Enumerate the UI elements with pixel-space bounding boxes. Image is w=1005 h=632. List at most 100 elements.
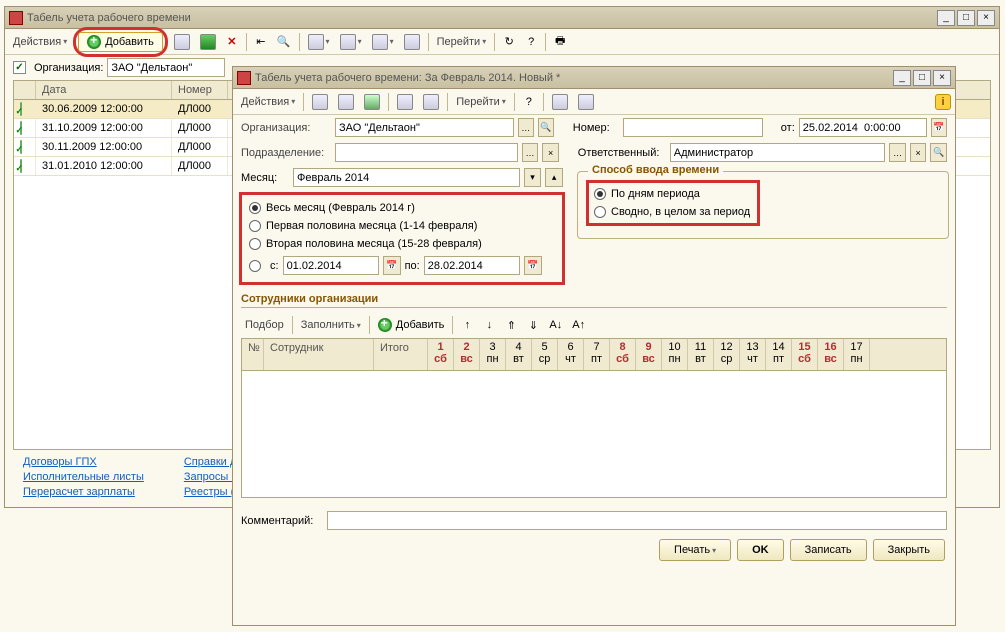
help-button[interactable]: ? bbox=[521, 32, 541, 52]
range-to-input[interactable] bbox=[424, 256, 520, 275]
month-input[interactable] bbox=[293, 168, 520, 187]
radio-whole-month[interactable] bbox=[249, 202, 261, 214]
nav-down-button[interactable]: ⇓ bbox=[523, 315, 543, 335]
day-header[interactable]: 4вт bbox=[506, 339, 532, 370]
close-button[interactable]: Закрыть bbox=[873, 539, 945, 561]
day-header[interactable]: 16вс bbox=[818, 339, 844, 370]
goto-menu[interactable]: Перейти bbox=[452, 92, 510, 112]
fill-menu[interactable]: Заполнить bbox=[297, 315, 365, 335]
radio-summary[interactable] bbox=[594, 206, 606, 218]
dept-select-button[interactable]: … bbox=[522, 143, 539, 162]
col-total[interactable]: Итого bbox=[374, 339, 428, 370]
org-search-button[interactable]: 🔍 bbox=[538, 118, 554, 137]
columns-icon-button[interactable] bbox=[574, 92, 598, 112]
move-up-button[interactable]: ↑ bbox=[457, 315, 477, 335]
delete-button[interactable]: ✕ bbox=[222, 32, 242, 52]
day-header[interactable]: 8сб bbox=[610, 339, 636, 370]
col-number[interactable]: Номер bbox=[172, 81, 228, 99]
actions-menu[interactable]: Действия bbox=[9, 32, 71, 52]
close-button[interactable]: × bbox=[933, 70, 951, 86]
pick-button[interactable]: Подбор bbox=[241, 315, 288, 335]
responsible-clear-button[interactable]: × bbox=[910, 143, 927, 162]
responsible-input[interactable] bbox=[670, 143, 886, 162]
print-button[interactable]: 🖶 bbox=[550, 32, 570, 52]
ok-button[interactable]: OK bbox=[737, 539, 784, 561]
day-header[interactable]: 6чт bbox=[558, 339, 584, 370]
edit-button[interactable] bbox=[196, 32, 220, 52]
col-n[interactable]: № bbox=[242, 339, 264, 370]
maximize-button[interactable]: □ bbox=[913, 70, 931, 86]
link-exec[interactable]: Исполнительные листы bbox=[23, 471, 144, 483]
org-select-button[interactable]: … bbox=[518, 118, 534, 137]
sort-asc-button[interactable]: A↓ bbox=[545, 315, 566, 335]
actions-menu[interactable]: Действия bbox=[237, 92, 299, 112]
range-from-input[interactable] bbox=[283, 256, 379, 275]
clear-filter-button[interactable] bbox=[400, 32, 424, 52]
print-button[interactable]: Печать bbox=[659, 539, 731, 561]
day-header[interactable]: 2вс bbox=[454, 339, 480, 370]
move-down-button[interactable]: ↓ bbox=[479, 315, 499, 335]
grid-icon-button[interactable] bbox=[548, 92, 572, 112]
copy-button[interactable] bbox=[170, 32, 194, 52]
responsible-search-button[interactable]: 🔍 bbox=[930, 143, 947, 162]
day-header[interactable]: 9вс bbox=[636, 339, 662, 370]
month-spin-up[interactable]: ▴ bbox=[545, 168, 563, 187]
day-header[interactable]: 14пт bbox=[766, 339, 792, 370]
radio-second-half[interactable] bbox=[249, 238, 261, 250]
radio-custom-range[interactable] bbox=[249, 260, 261, 272]
filter2-button[interactable] bbox=[336, 32, 366, 52]
day-header[interactable]: 5ср bbox=[532, 339, 558, 370]
day-header[interactable]: 10пн bbox=[662, 339, 688, 370]
refresh-button[interactable]: ↻ bbox=[499, 32, 519, 52]
month-dropdown-button[interactable]: ▾ bbox=[524, 168, 542, 187]
number-input[interactable] bbox=[623, 118, 763, 137]
day-header[interactable]: 7пт bbox=[584, 339, 610, 370]
add-employee-button[interactable]: Добавить bbox=[374, 315, 449, 335]
dept-clear-button[interactable]: × bbox=[542, 143, 559, 162]
refresh-icon-button[interactable] bbox=[360, 92, 384, 112]
maximize-button[interactable]: □ bbox=[957, 10, 975, 26]
filter1-button[interactable] bbox=[304, 32, 334, 52]
radio-first-half[interactable] bbox=[249, 220, 261, 232]
org-input[interactable] bbox=[335, 118, 514, 137]
structure-button[interactable] bbox=[393, 92, 417, 112]
go-button[interactable] bbox=[419, 92, 443, 112]
link-recalc[interactable]: Перерасчет зарплаты bbox=[23, 486, 144, 498]
org-input[interactable] bbox=[107, 58, 225, 77]
range-to-calendar[interactable]: 📅 bbox=[524, 256, 542, 275]
range-from-calendar[interactable]: 📅 bbox=[383, 256, 401, 275]
day-header[interactable]: 17пн bbox=[844, 339, 870, 370]
radio-by-days[interactable] bbox=[594, 188, 606, 200]
add-button[interactable]: Добавить bbox=[78, 32, 163, 52]
from-calendar-button[interactable]: 📅 bbox=[931, 118, 947, 137]
minimize-button[interactable]: _ bbox=[937, 10, 955, 26]
day-header[interactable]: 3пн bbox=[480, 339, 506, 370]
from-input[interactable] bbox=[799, 118, 927, 137]
minimize-button[interactable]: _ bbox=[893, 70, 911, 86]
day-header[interactable]: 15сб bbox=[792, 339, 818, 370]
col-date[interactable]: Дата bbox=[36, 81, 172, 99]
dept-input[interactable] bbox=[335, 143, 518, 162]
nav-up-button[interactable]: ⇑ bbox=[501, 315, 521, 335]
day-header[interactable]: 13чт bbox=[740, 339, 766, 370]
list-icon-button[interactable] bbox=[334, 92, 358, 112]
employees-grid[interactable]: № Сотрудник Итого 1сб2вс3пн4вт5ср6чт7пт8… bbox=[241, 338, 947, 498]
close-button[interactable]: × bbox=[977, 10, 995, 26]
help-button[interactable]: ? bbox=[519, 92, 539, 112]
col-employee[interactable]: Сотрудник bbox=[264, 339, 374, 370]
sort-desc-button[interactable]: A↑ bbox=[568, 315, 589, 335]
save-icon-button[interactable] bbox=[308, 92, 332, 112]
link-contracts[interactable]: Договоры ГПХ bbox=[23, 456, 144, 468]
save-button[interactable]: Записать bbox=[790, 539, 867, 561]
responsible-select-button[interactable]: … bbox=[889, 143, 906, 162]
goto-menu[interactable]: Перейти bbox=[433, 32, 491, 52]
org-checkbox[interactable] bbox=[13, 61, 26, 74]
day-header[interactable]: 12ср bbox=[714, 339, 740, 370]
tip-icon[interactable]: i bbox=[935, 94, 951, 110]
comment-input[interactable] bbox=[327, 511, 947, 530]
nav-start-button[interactable]: ⇤ bbox=[251, 32, 271, 52]
nav-find-button[interactable]: 🔍 bbox=[273, 32, 295, 52]
day-header[interactable]: 11вт bbox=[688, 339, 714, 370]
filter3-button[interactable] bbox=[368, 32, 398, 52]
day-header[interactable]: 1сб bbox=[428, 339, 454, 370]
